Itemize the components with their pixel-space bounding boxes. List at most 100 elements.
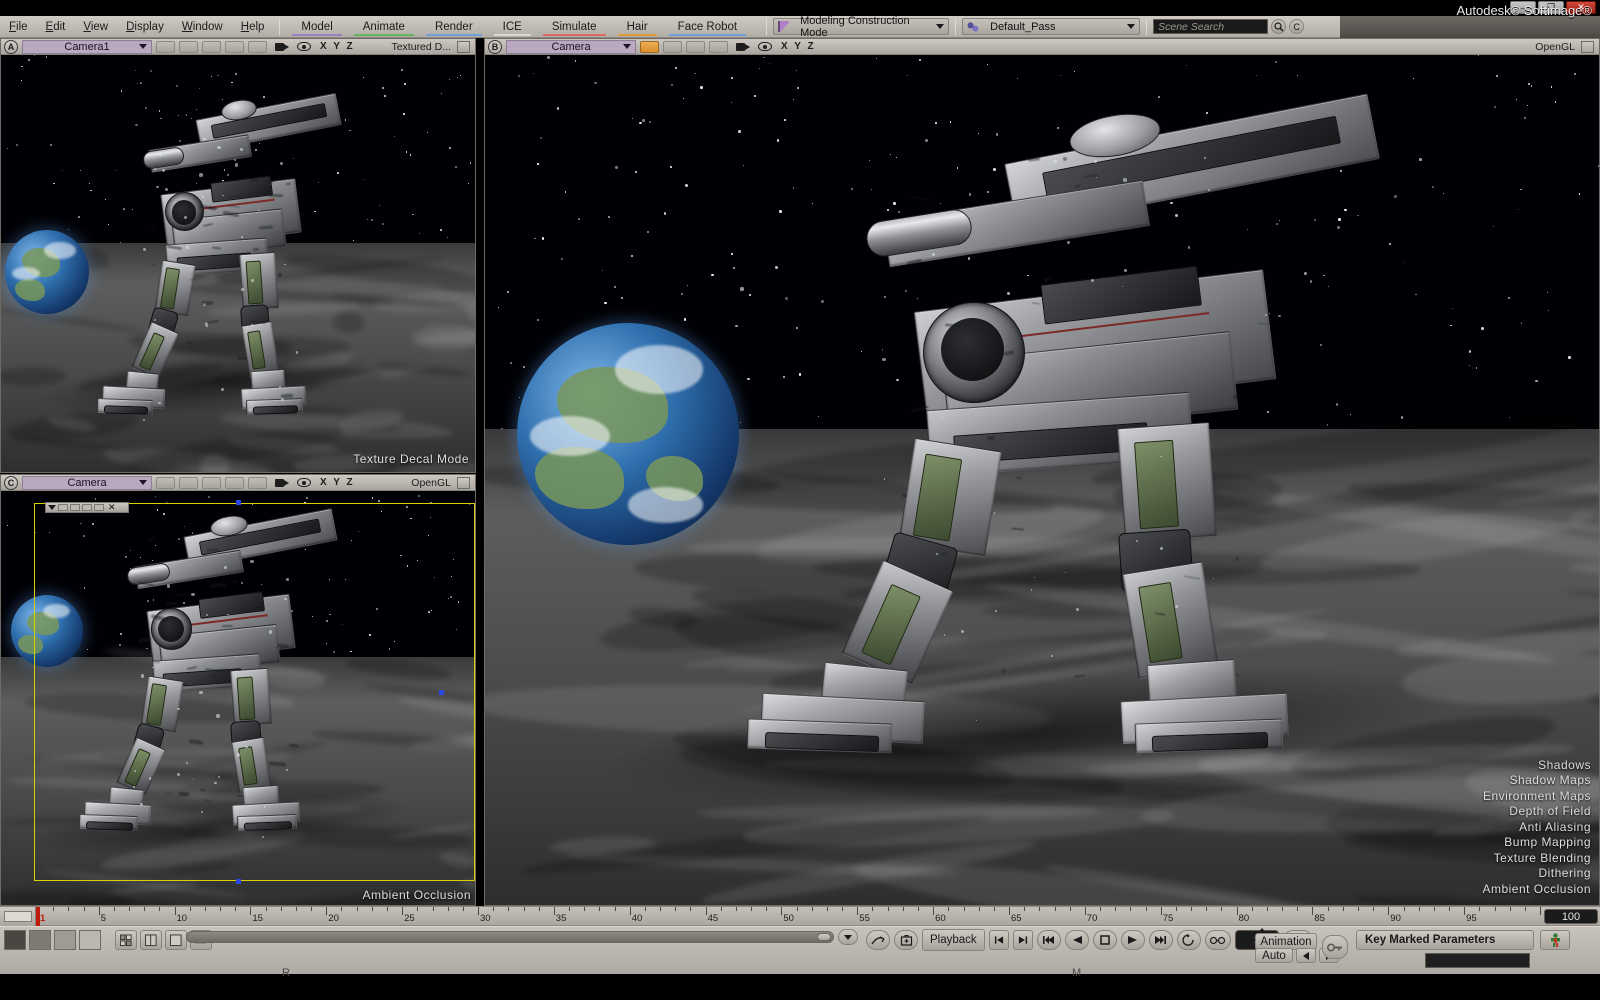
viewport-c-display-btn-1[interactable] bbox=[156, 476, 175, 489]
viewport-a-display-btn-2[interactable] bbox=[179, 40, 198, 53]
playback-button[interactable]: Playback bbox=[922, 929, 985, 951]
timeline-end-field[interactable]: 100 bbox=[1544, 909, 1598, 924]
viewport-c-display-btn-5[interactable] bbox=[248, 476, 267, 489]
timeline-start-value[interactable] bbox=[4, 911, 32, 922]
close-icon[interactable]: ✕ bbox=[108, 502, 116, 513]
camera-frame-handle-right[interactable] bbox=[439, 690, 444, 695]
split-view-button[interactable] bbox=[140, 930, 162, 950]
camera-icon[interactable] bbox=[275, 478, 289, 488]
menu-window[interactable]: Window bbox=[173, 18, 232, 35]
viewport-b[interactable]: B Camera X Y Z OpenGL Shadows Shadow Maps… bbox=[484, 38, 1600, 906]
timeline-label-85: 85 bbox=[1314, 913, 1325, 924]
play-forward-button[interactable] bbox=[1120, 930, 1145, 950]
viewport-b-display-btn-1[interactable] bbox=[640, 40, 659, 53]
prev-key-button[interactable] bbox=[1296, 948, 1316, 963]
key-marked-parameters-button[interactable]: Key Marked Parameters bbox=[1356, 930, 1534, 950]
viewport-c-display-btn-4[interactable] bbox=[225, 476, 244, 489]
viewport-a-display-mode[interactable]: Textured D... bbox=[391, 41, 451, 53]
menu-module-render[interactable]: Render bbox=[425, 18, 482, 36]
pass-dropdown[interactable]: Default_Pass bbox=[962, 18, 1141, 35]
first-frame-button[interactable] bbox=[1036, 930, 1061, 950]
menu-display[interactable]: Display bbox=[117, 18, 173, 35]
viewport-a-display-btn-1[interactable] bbox=[156, 40, 175, 53]
camera-frame-handle-top[interactable] bbox=[236, 500, 241, 505]
viewport-b-layout-button[interactable] bbox=[1581, 40, 1594, 53]
timeline-scroll-slider[interactable] bbox=[186, 931, 834, 943]
color-swatch-dark[interactable] bbox=[4, 930, 26, 950]
menu-module-animate[interactable]: Animate bbox=[353, 18, 414, 36]
camera-frame-rect[interactable] bbox=[34, 503, 475, 881]
viewport-c-display-mode[interactable]: OpenGL bbox=[411, 477, 451, 489]
viewport-b-option-8: Ambient Occlusion bbox=[1482, 881, 1591, 896]
color-swatch-pale[interactable] bbox=[79, 930, 101, 950]
viewport-b-display-mode[interactable]: OpenGL bbox=[1535, 41, 1575, 53]
last-frame-button[interactable] bbox=[1148, 930, 1173, 950]
step-back-button[interactable] bbox=[988, 930, 1009, 950]
character-key-icon[interactable] bbox=[1540, 930, 1570, 950]
slider-menu-button[interactable] bbox=[838, 929, 858, 945]
timeline-start-field[interactable] bbox=[0, 907, 36, 926]
stop-button[interactable] bbox=[1092, 930, 1117, 950]
viewport-b-letter[interactable]: B bbox=[488, 39, 502, 54]
auto-key-button[interactable]: Auto bbox=[1255, 948, 1293, 963]
search-input[interactable]: Scene Search bbox=[1153, 19, 1269, 34]
viewport-b-camera-dropdown[interactable]: Camera bbox=[506, 39, 636, 54]
flipbook-button[interactable] bbox=[894, 930, 918, 950]
menu-view[interactable]: View bbox=[74, 18, 117, 35]
timeline-ruler[interactable]: 1 5 10 15 20 25 30 35 40 45 50 55 60 65 70 75 80 85 90 95 1… bbox=[0, 906, 1600, 926]
viewport-b-display-btn-3[interactable] bbox=[686, 40, 705, 53]
single-view-button[interactable] bbox=[165, 930, 187, 950]
grid-view-button[interactable] bbox=[115, 930, 137, 950]
float-cell-4[interactable] bbox=[94, 504, 104, 511]
viewport-a-layout-button[interactable] bbox=[457, 40, 470, 53]
loop-button[interactable] bbox=[1176, 930, 1201, 950]
camera-icon[interactable] bbox=[736, 42, 750, 52]
camera-icon[interactable] bbox=[275, 42, 289, 52]
menu-module-simulate[interactable]: Simulate bbox=[542, 18, 606, 36]
eye-icon[interactable] bbox=[297, 42, 311, 51]
eye-icon[interactable] bbox=[758, 42, 772, 51]
viewport-a-display-btn-5[interactable] bbox=[248, 40, 267, 53]
viewport-c-floating-toolbar[interactable]: ✕ bbox=[45, 502, 129, 513]
menu-edit[interactable]: Edit bbox=[37, 18, 75, 35]
eye-icon[interactable] bbox=[297, 478, 311, 487]
viewport-b-display-btn-2[interactable] bbox=[663, 40, 682, 53]
slider-knob[interactable] bbox=[817, 933, 831, 941]
snapshot-button[interactable] bbox=[866, 930, 890, 950]
color-swatch-mid[interactable] bbox=[29, 930, 51, 950]
chevron-down-icon[interactable] bbox=[48, 505, 56, 510]
menu-module-ice[interactable]: ICE bbox=[493, 18, 531, 36]
command-button[interactable]: C bbox=[1289, 19, 1305, 34]
viewport-b-display-btn-4[interactable] bbox=[709, 40, 728, 53]
float-cell-3[interactable] bbox=[82, 504, 92, 511]
key-pair-button[interactable] bbox=[1204, 930, 1231, 950]
menu-help[interactable]: Help bbox=[232, 18, 274, 35]
menu-module-model[interactable]: Model bbox=[292, 18, 342, 36]
viewport-a[interactable]: A Camera1 X Y Z Textured D... Texture De… bbox=[0, 38, 476, 473]
menu-file[interactable]: File bbox=[0, 18, 37, 35]
viewport-c-camera-dropdown[interactable]: Camera bbox=[22, 475, 152, 490]
viewport-a-letter[interactable]: A bbox=[4, 39, 18, 54]
viewport-a-display-btn-3[interactable] bbox=[202, 40, 221, 53]
menu-module-hair[interactable]: Hair bbox=[617, 18, 657, 36]
construction-mode-dropdown[interactable]: Modeling Construction Mode bbox=[773, 15, 950, 39]
step-forward-button[interactable] bbox=[1012, 930, 1033, 950]
key-search-button[interactable] bbox=[1322, 935, 1348, 959]
play-backward-button[interactable] bbox=[1064, 930, 1089, 950]
viewport-a-camera-dropdown[interactable]: Camera1 bbox=[22, 39, 152, 54]
viewport-c[interactable]: C Camera X Y Z OpenGL ✕ Ambient Occlusio… bbox=[0, 474, 476, 906]
key-parameters-field[interactable] bbox=[1425, 953, 1530, 968]
menu-module-face-robot[interactable]: Face Robot bbox=[668, 18, 747, 36]
viewport-c-layout-button[interactable] bbox=[457, 476, 470, 489]
float-cell-2[interactable] bbox=[70, 504, 80, 511]
app-title: Autodesk® Softimage® bbox=[1456, 3, 1592, 18]
viewport-c-display-btn-2[interactable] bbox=[179, 476, 198, 489]
float-cell-1[interactable] bbox=[58, 504, 68, 511]
viewport-a-display-btn-4[interactable] bbox=[225, 40, 244, 53]
viewport-c-display-btn-3[interactable] bbox=[202, 476, 221, 489]
color-swatch-light[interactable] bbox=[54, 930, 76, 950]
search-icon[interactable] bbox=[1271, 19, 1287, 34]
timeline-playhead[interactable] bbox=[36, 907, 40, 926]
viewport-c-letter[interactable]: C bbox=[4, 475, 18, 490]
camera-frame-handle-bottom[interactable] bbox=[236, 879, 241, 884]
